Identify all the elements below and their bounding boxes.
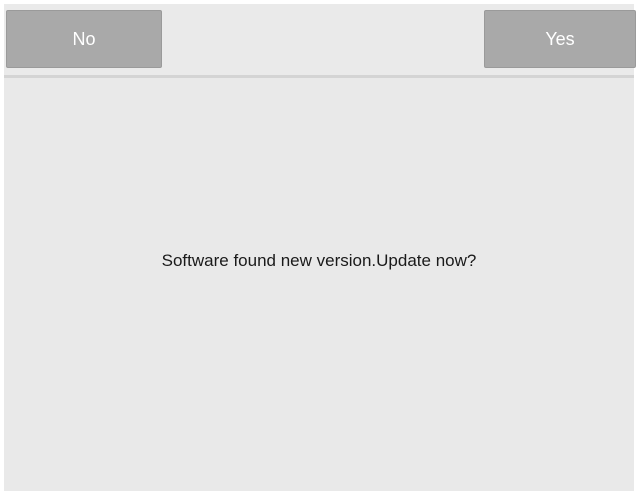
yes-button[interactable]: Yes [484, 10, 636, 68]
update-dialog: No Yes Software found new version.Update… [4, 4, 636, 491]
no-button[interactable]: No [6, 10, 162, 68]
dialog-toolbar: No Yes [4, 4, 636, 75]
update-message: Software found new version.Update now? [161, 251, 477, 270]
dialog-body: Software found new version.Update now? [4, 78, 634, 491]
